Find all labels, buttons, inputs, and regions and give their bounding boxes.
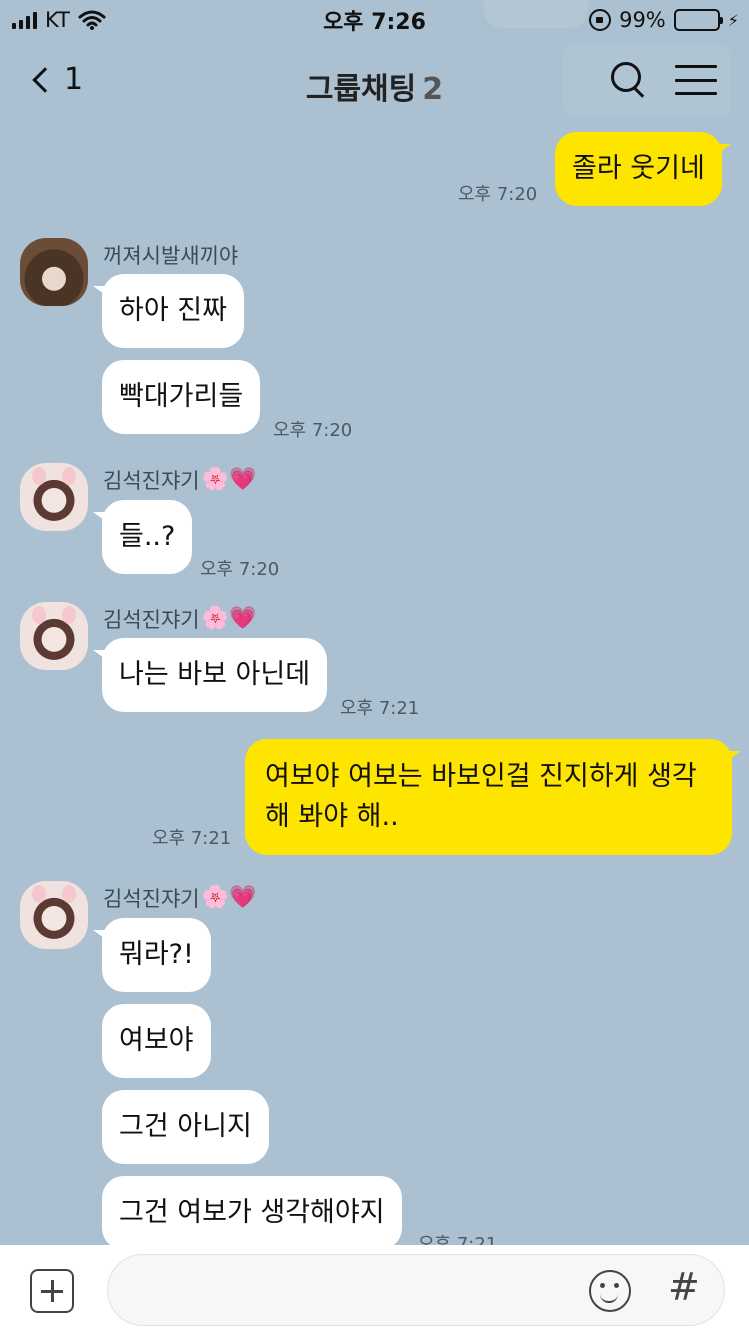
emoji-icon[interactable] [589, 1270, 631, 1312]
sender-name: 김석진쟈기 🌸💗 [103, 465, 256, 495]
member-count: 2 [422, 72, 444, 107]
message-time: 오후 7:21 [418, 1234, 498, 1245]
battery-percent: 99% [619, 8, 666, 32]
message-time: 오후 7:21 [152, 828, 232, 849]
message-time: 오후 7:21 [340, 698, 420, 719]
outgoing-message[interactable]: 졸라 웃기네 [555, 132, 731, 206]
incoming-message[interactable]: 하아 진짜 [93, 274, 244, 348]
avatar[interactable] [20, 602, 88, 670]
avatar[interactable] [20, 881, 88, 949]
message-time: 오후 7:20 [200, 559, 280, 580]
hashtag-icon[interactable]: # [668, 1265, 700, 1309]
message-input[interactable] [107, 1254, 725, 1326]
message-time: 오후 7:20 [273, 420, 353, 441]
outgoing-message[interactable]: 여보야 여보는 바보인걸 진지하게 생각해 봐야 해.. [245, 739, 741, 855]
menu-icon[interactable] [675, 65, 717, 95]
sender-emojis: 🌸💗 [201, 885, 257, 910]
plus-icon[interactable] [30, 1269, 74, 1313]
sender-name-text: 꺼져시발새끼야 [103, 244, 239, 268]
incoming-message[interactable]: 여보야 [102, 1004, 211, 1078]
status-right: 99% ⚡ [589, 6, 739, 34]
sender-name: 꺼져시발새끼야 [103, 240, 238, 270]
sender-name-text: 김석진쟈기 [103, 608, 200, 632]
header-actions [611, 62, 717, 98]
sender-emojis: 🌸💗 [201, 606, 257, 631]
input-bar: # [0, 1245, 749, 1334]
message-list[interactable]: 졸라 웃기네 오후 7:20 꺼져시발새끼야 하아 진짜 빡대가리들 오후 7:… [0, 130, 749, 1245]
chat-title-text: 그룹채팅 [305, 72, 417, 107]
rotation-lock-icon [589, 9, 612, 31]
sender-emojis: 🌸💗 [201, 467, 257, 492]
status-bar: KT 오후 7:26 99% ⚡ [0, 0, 749, 40]
incoming-message[interactable]: 뭐라?! [93, 918, 211, 992]
incoming-message[interactable]: 빡대가리들 [102, 360, 261, 434]
incoming-message[interactable]: 나는 바보 아닌데 [92, 638, 328, 712]
search-icon[interactable] [611, 62, 647, 98]
chat-header: 1 그룹채팅 2 [0, 40, 749, 130]
incoming-message[interactable]: 들..? [92, 500, 193, 574]
battery-icon [673, 9, 723, 31]
incoming-message[interactable]: 그건 아니지 [102, 1090, 269, 1164]
charging-icon: ⚡ [727, 10, 739, 30]
sender-name-text: 김석진쟈기 [103, 469, 200, 493]
incoming-message[interactable]: 그건 여보가 생각해야지 [102, 1176, 402, 1245]
message-time: 오후 7:20 [458, 184, 538, 205]
sender-name: 김석진쟈기 🌸💗 [103, 883, 256, 913]
avatar[interactable] [20, 238, 88, 306]
sender-name: 김석진쟈기 🌸💗 [103, 604, 256, 634]
avatar[interactable] [20, 463, 88, 531]
sender-name-text: 김석진쟈기 [103, 887, 200, 911]
